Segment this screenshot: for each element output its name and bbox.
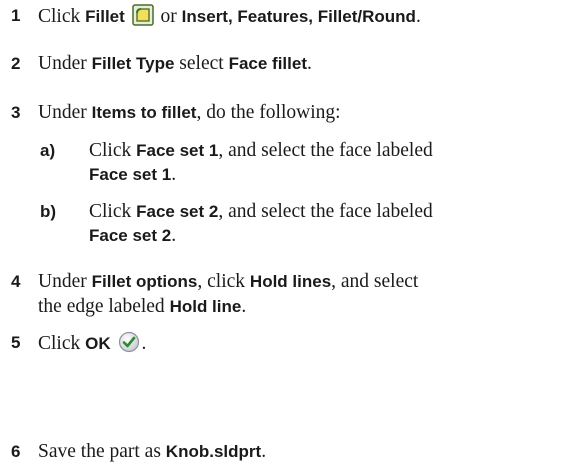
- step-number: 4: [11, 272, 21, 291]
- step-number: 2: [11, 54, 21, 73]
- step-number: 5: [11, 333, 21, 352]
- fillet-toolbar-icon[interactable]: [131, 4, 154, 33]
- step-2-text: Under Fillet Type select Face fillet.: [38, 53, 312, 74]
- ok-label: OK: [85, 334, 111, 353]
- substep-letter: b): [40, 202, 57, 221]
- step-1-text: Click Fillet or Insert, Features, Fillet…: [38, 4, 421, 33]
- filename-label: Knob.sldprt: [165, 442, 262, 461]
- step-number: 3: [11, 103, 21, 122]
- step-3-text: Under Items to fillet, do the following:: [38, 102, 341, 123]
- insert-menu-path: Insert, Features, Fillet/Round: [181, 7, 416, 26]
- substep-b-line1: Click Face set 2, and select the face la…: [89, 201, 433, 222]
- substep-a-line2: Face set 1.: [89, 164, 177, 185]
- step-6-text: Save the part as Knob.sldprt.: [38, 441, 267, 462]
- step-5-text: Click OK .: [38, 331, 146, 360]
- step-number: 1: [11, 6, 21, 25]
- ok-checkmark-icon[interactable]: [118, 331, 140, 360]
- substep-a-line1: Click Face set 1, and select the face la…: [89, 140, 433, 161]
- step-number: 6: [11, 442, 21, 461]
- substep-letter: a): [40, 141, 56, 160]
- step-4-line1: Under Fillet options, click Hold lines, …: [38, 271, 419, 292]
- substep-b-line2: Face set 2.: [89, 225, 177, 246]
- fillet-command-label: Fillet: [85, 7, 125, 26]
- step-4-line2: the edge labeled Hold line.: [38, 296, 247, 317]
- instruction-page: 1 Click Fillet or Insert, Features, Fill…: [0, 0, 580, 475]
